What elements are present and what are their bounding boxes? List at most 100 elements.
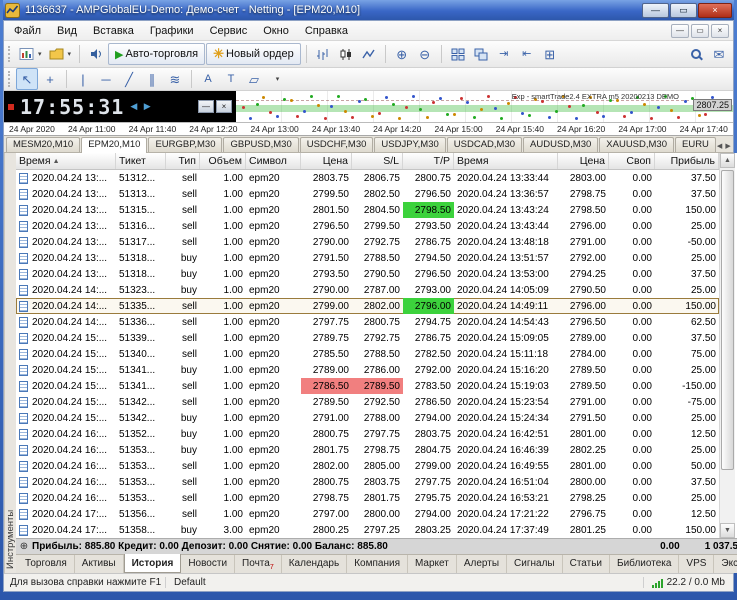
titlebar[interactable]: 1136637 - AMPGlobalEU-Demo: Демо-счет - … [3, 0, 734, 20]
chart-tab[interactable]: EURU [675, 137, 716, 152]
chart-tab[interactable]: USDJPY,M30 [374, 137, 445, 152]
autotrading-button[interactable]: ▶ Авто-торговля [108, 43, 205, 65]
search-button[interactable] [685, 43, 707, 65]
history-row[interactable]: 2020.04.24 15:...51341...sell1.00epm2027… [16, 378, 719, 394]
tabs-scroll-right-icon[interactable]: ▶ [725, 142, 730, 150]
toolbar-grip[interactable] [8, 46, 11, 62]
chart-tab[interactable]: MESM20,M10 [6, 137, 80, 152]
menu-item[interactable]: Сервис [202, 23, 256, 39]
minimize-button[interactable]: — [642, 3, 669, 18]
tile-windows-button[interactable] [447, 43, 469, 65]
column-header[interactable]: S/L [352, 153, 403, 169]
cascade-windows-button[interactable] [470, 43, 492, 65]
new-order-button[interactable]: ✳ Новый ордер [206, 43, 301, 65]
history-row[interactable]: 2020.04.24 13:...51316...sell1.00epm2027… [16, 218, 719, 234]
mdi-minimize-button[interactable]: — [671, 24, 689, 38]
toolbox-tab[interactable]: Почта7 [235, 555, 282, 573]
mdi-close-button[interactable]: × [711, 24, 729, 38]
toolbox-tab[interactable]: Статьи [563, 555, 610, 573]
menu-item[interactable]: Вид [49, 23, 85, 39]
history-row[interactable]: 2020.04.24 15:...51342...sell1.00epm2027… [16, 394, 719, 410]
history-row[interactable]: 2020.04.24 13:...51313...sell1.00epm2027… [16, 186, 719, 202]
column-header[interactable]: Цена [301, 153, 352, 169]
history-row[interactable]: 2020.04.24 16:...51353...sell1.00epm2028… [16, 458, 719, 474]
column-header[interactable]: Символ [246, 153, 301, 169]
history-summary-row[interactable]: ⊕ Прибыль: 885.80 Кредит: 0.00 Депозит: … [16, 538, 737, 554]
status-profile[interactable]: Default [166, 577, 644, 588]
column-header[interactable]: Объем [200, 153, 246, 169]
chart-nav-arrows-icon[interactable]: ◀ ▶ [130, 101, 152, 112]
window-grid-button[interactable]: ⊞ [539, 43, 561, 65]
label-tool-button[interactable]: T [220, 68, 242, 90]
toolbox-tab[interactable]: Компания [347, 555, 408, 573]
chart-tab[interactable]: GBPUSD,M30 [223, 137, 298, 152]
chart-tab[interactable]: XAUUSD,M30 [599, 137, 674, 152]
chart-bars-button[interactable] [312, 43, 334, 65]
history-row[interactable]: 2020.04.24 14:...51323...buy1.00epm20279… [16, 282, 719, 298]
tabs-scroll-left-icon[interactable]: ◀ [717, 142, 722, 150]
chart-line-button[interactable] [358, 43, 380, 65]
chart-candles-button[interactable] [335, 43, 357, 65]
column-header[interactable]: T/P [403, 153, 454, 169]
expand-icon[interactable]: ⊕ [16, 541, 32, 552]
status-connection[interactable]: 22.2 / 0.0 Mb [644, 577, 733, 588]
column-header[interactable]: Цена [558, 153, 609, 169]
menu-item[interactable]: Файл [6, 23, 49, 39]
history-row[interactable]: 2020.04.24 13:...51315...sell1.00epm2028… [16, 202, 719, 218]
shapes-button[interactable]: ▱ [243, 68, 265, 90]
history-row[interactable]: 2020.04.24 13:...51317...sell1.00epm2027… [16, 234, 719, 250]
history-row[interactable]: 2020.04.24 17:...51358...buy3.00epm20280… [16, 522, 719, 538]
column-header[interactable]: Прибыль [655, 153, 719, 169]
history-row[interactable]: 2020.04.24 14:...51336...sell1.00epm2027… [16, 314, 719, 330]
history-row[interactable]: 2020.04.24 13:...51312...sell1.00epm2028… [16, 170, 719, 186]
zoom-in-button[interactable]: ⊕ [391, 43, 413, 65]
channel-button[interactable]: ∥ [141, 68, 163, 90]
column-header[interactable]: Тип [166, 153, 200, 169]
zoom-out-button[interactable]: ⊖ [414, 43, 436, 65]
toolbox-tab[interactable]: Библиотека [610, 555, 679, 573]
close-button[interactable]: × [698, 3, 732, 18]
history-row[interactable]: 2020.04.24 15:...51341...buy1.00epm20278… [16, 362, 719, 378]
toolbox-tab[interactable]: VPS [679, 555, 714, 573]
mini-chart[interactable]: Exp - smartTrade2.4 EXTRA m5 20200213 DE… [236, 91, 733, 122]
scrollbar-thumb[interactable] [721, 170, 734, 470]
vertical-scrollbar[interactable]: ▲ ▼ [719, 153, 735, 538]
history-row[interactable]: 2020.04.24 14:...51335...sell1.00epm2027… [16, 298, 719, 314]
history-row[interactable]: 2020.04.24 16:...51353...sell1.00epm2027… [16, 490, 719, 506]
restore-button[interactable]: ▭ [670, 3, 697, 18]
dock-right-button[interactable]: ⇥ [493, 43, 515, 65]
menu-item[interactable]: Графики [142, 23, 202, 39]
chart-tab[interactable]: EURGBP,M30 [148, 137, 222, 152]
trendline-button[interactable]: ╱ [118, 68, 140, 90]
toolbox-tab[interactable]: Активы [75, 555, 124, 573]
chart-tab[interactable]: USDCAD,M30 [447, 137, 522, 152]
toolbox-tab[interactable]: История [124, 554, 182, 573]
minimized-chart-titlebar[interactable]: 17:55:31 ◀ ▶ — × [4, 91, 236, 122]
more-tools-button[interactable]: ▾ [266, 68, 288, 90]
text-tool-button[interactable]: A [197, 68, 219, 90]
toolbox-side-title[interactable]: Инструменты [4, 153, 16, 573]
fibonacci-button[interactable]: ≋ [164, 68, 186, 90]
history-row[interactable]: 2020.04.24 16:...51353...buy1.00epm20280… [16, 442, 719, 458]
history-row[interactable]: 2020.04.24 15:...51340...sell1.00epm2027… [16, 346, 719, 362]
chart-tab[interactable]: AUDUSD,M30 [523, 137, 598, 152]
scroll-up-icon[interactable]: ▲ [720, 153, 735, 168]
profiles-button[interactable]: ▾ [46, 43, 75, 65]
menu-item[interactable]: Вставка [85, 23, 142, 39]
chart-tab[interactable]: USDCHF,M30 [300, 137, 374, 152]
column-header[interactable]: Время▲ [16, 153, 116, 169]
history-row[interactable]: 2020.04.24 15:...51342...buy1.00epm20279… [16, 410, 719, 426]
chart-tab[interactable]: EPM20,M10 [81, 137, 147, 153]
history-row[interactable]: 2020.04.24 13:...51318...buy1.00epm20279… [16, 266, 719, 282]
toolbox-tab[interactable]: Маркет [408, 555, 457, 573]
toolbox-tab[interactable]: Экспер [714, 555, 737, 573]
history-row[interactable]: 2020.04.24 16:...51353...sell1.00epm2028… [16, 474, 719, 490]
community-button[interactable]: ✉ [708, 43, 730, 65]
toolbar-grip[interactable] [8, 71, 11, 87]
sound-button[interactable] [85, 43, 107, 65]
toolbox-tab[interactable]: Алерты [457, 555, 507, 573]
new-chart-button[interactable]: ▾ [16, 43, 45, 65]
toolbox-tab[interactable]: Новости [181, 555, 235, 573]
vertical-line-button[interactable]: | [72, 68, 94, 90]
crosshair-button[interactable]: + [39, 68, 61, 90]
